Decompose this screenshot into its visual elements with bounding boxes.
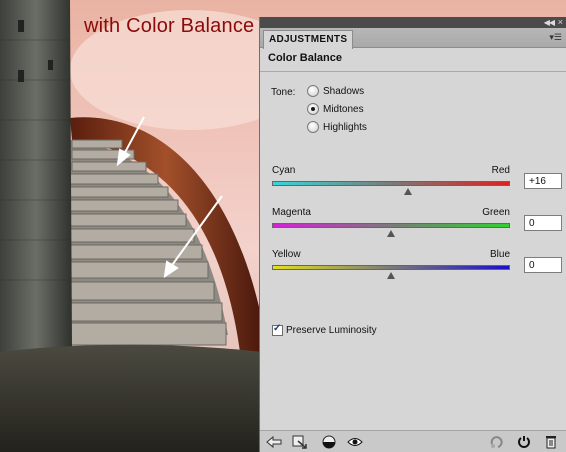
- radio-highlights[interactable]: Highlights: [307, 120, 367, 134]
- eye-icon[interactable]: [347, 434, 363, 450]
- clip-to-layer-icon[interactable]: [292, 434, 308, 450]
- panel-bottom-toolbar: [260, 430, 566, 452]
- panel-menu-icon[interactable]: ▾☰: [549, 32, 562, 43]
- checkbox[interactable]: ✓: [272, 323, 283, 336]
- overlay-caption: with Color Balance: [84, 15, 255, 37]
- divider: [260, 71, 566, 72]
- magenta-green-slider: Magenta Green: [272, 207, 562, 245]
- slider-label-red: Red: [491, 165, 510, 176]
- slider-track[interactable]: [272, 223, 510, 228]
- adjustment-title: Color Balance: [268, 52, 342, 64]
- checkmark-icon: ✓: [273, 323, 282, 334]
- slider-label-green: Green: [482, 207, 510, 218]
- preserve-luminosity-label: Preserve Luminosity: [286, 325, 377, 336]
- visibility-toggle-circle-icon[interactable]: [321, 434, 337, 450]
- radio-shadows[interactable]: Shadows: [307, 84, 364, 98]
- adjustments-panel: ◀◀ × ADJUSTMENTS ▾☰ Color Balance Tone: …: [259, 17, 566, 452]
- panel-tab-bar: ADJUSTMENTS ▾☰: [260, 28, 566, 49]
- collapse-icon[interactable]: ◀◀: [544, 17, 555, 28]
- cyan-red-slider: Cyan Red: [272, 165, 562, 203]
- slider-thumb[interactable]: [387, 230, 395, 237]
- radio-label-shadows: Shadows: [323, 85, 365, 97]
- slider-thumb[interactable]: [403, 188, 412, 195]
- magenta-green-value-field[interactable]: [524, 215, 562, 231]
- panel-content: Color Balance Tone: Shadows Midtones Hig…: [260, 49, 566, 421]
- reset-icon[interactable]: [516, 434, 532, 450]
- radio-midtones[interactable]: Midtones: [307, 102, 364, 116]
- slider-track[interactable]: [272, 181, 510, 186]
- radio-button[interactable]: [307, 85, 319, 97]
- yellow-blue-slider: Yellow Blue: [272, 249, 562, 287]
- preserve-luminosity-checkbox[interactable]: ✓ Preserve Luminosity: [272, 323, 377, 336]
- radio-button[interactable]: [307, 103, 319, 115]
- radio-label-highlights: Highlights: [323, 121, 367, 133]
- return-arrow-icon[interactable]: [266, 434, 282, 450]
- tone-label: Tone:: [271, 87, 296, 98]
- cyan-red-value-field[interactable]: [524, 173, 562, 189]
- slider-label-magenta: Magenta: [272, 207, 311, 218]
- slider-track[interactable]: [272, 265, 510, 270]
- slider-label-yellow: Yellow: [272, 249, 301, 260]
- trash-icon[interactable]: [543, 434, 559, 450]
- radio-label-midtones: Midtones: [323, 103, 364, 115]
- slider-label-blue: Blue: [489, 249, 510, 260]
- close-icon[interactable]: ×: [558, 17, 563, 28]
- previous-state-icon[interactable]: [489, 434, 505, 450]
- slider-thumb[interactable]: [387, 272, 395, 279]
- yellow-blue-value-field[interactable]: [524, 257, 562, 273]
- radio-button[interactable]: [307, 121, 319, 133]
- slider-label-cyan: Cyan: [272, 165, 296, 176]
- panel-top-bar: ◀◀ ×: [260, 17, 566, 28]
- tab-adjustments[interactable]: ADJUSTMENTS: [263, 30, 354, 49]
